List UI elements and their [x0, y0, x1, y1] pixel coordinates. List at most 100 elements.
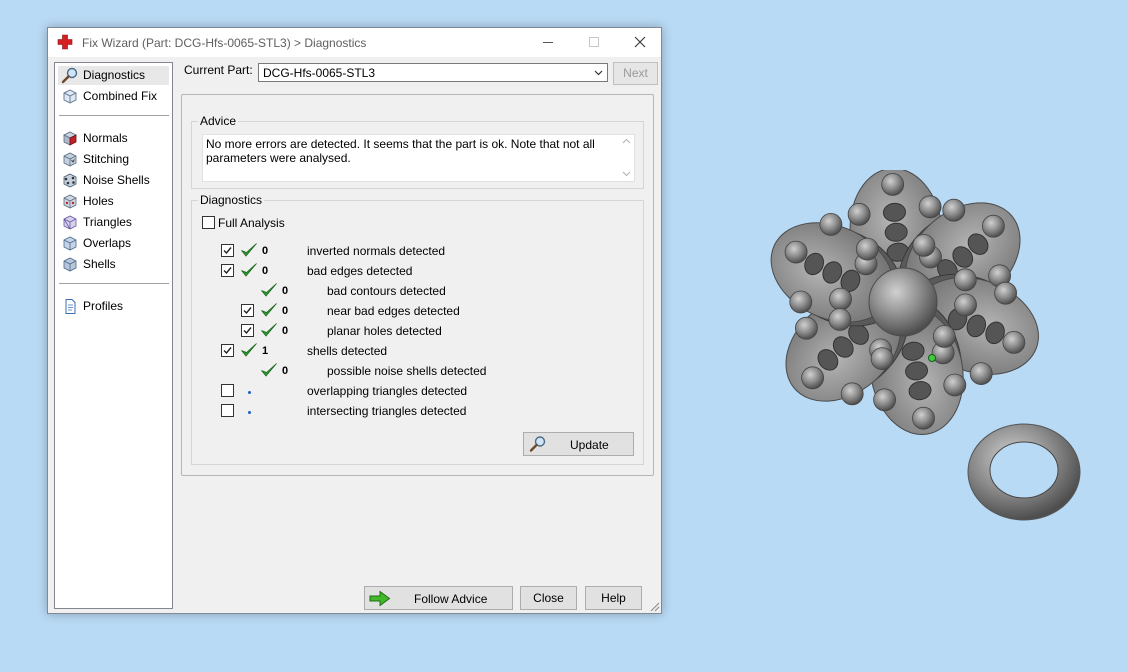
green-check-icon [241, 243, 257, 257]
minimize-button[interactable] [525, 28, 571, 57]
diagnostic-checkbox[interactable] [221, 244, 234, 257]
nav-item-shells[interactable]: Shells [58, 255, 169, 274]
checkmark-icon [223, 347, 232, 355]
diagnostic-checkbox[interactable] [221, 404, 234, 417]
diagnostic-checkbox[interactable] [221, 264, 234, 277]
stud [795, 316, 818, 340]
pending-status-icon [248, 391, 251, 394]
close-button[interactable]: Close [520, 586, 577, 610]
resize-grip-icon[interactable] [648, 600, 660, 612]
diagnostic-label: bad contours detected [327, 284, 446, 298]
current-part-value: DCG-Hfs-0065-STL3 [263, 66, 376, 80]
diagnostic-count: 0 [282, 365, 289, 377]
title-bar[interactable]: Fix Wizard (Part: DCG-Hfs-0065-STL3) > D… [48, 28, 661, 57]
stud [994, 281, 1018, 305]
diagnostic-count: 0 [282, 305, 289, 317]
stud [1002, 330, 1026, 354]
diagnostic-checkbox[interactable] [221, 344, 234, 357]
stud [819, 213, 843, 236]
nav-item-holes[interactable]: Holes [58, 192, 169, 211]
current-part-dropdown[interactable]: DCG-Hfs-0065-STL3 [258, 63, 608, 82]
stud [942, 198, 966, 222]
checkmark-icon [243, 307, 252, 315]
stud [840, 382, 864, 406]
advice-text: No more errors are detected. It seems th… [206, 137, 595, 165]
nav-label: Stitching [83, 152, 130, 166]
full-analysis-checkbox[interactable] [202, 216, 215, 229]
red-cross-icon [57, 34, 73, 50]
nav-item-triangles[interactable]: Triangles [58, 213, 169, 232]
content-panel: Advice No more errors are detected. It s… [181, 94, 654, 476]
nav-item-overlaps[interactable]: Overlaps [58, 234, 169, 253]
noise-shells-icon [63, 173, 77, 188]
pending-status-icon [248, 411, 251, 414]
nav-label: Shells [83, 257, 116, 271]
cube-red-face-icon [63, 131, 77, 146]
stitching-cube-icon [63, 152, 77, 167]
minimize-icon [543, 42, 553, 43]
nav-item-profiles[interactable]: Profiles [58, 297, 169, 316]
3d-model-viewport[interactable] [740, 170, 1090, 530]
nav-separator [59, 283, 169, 284]
follow-advice-button[interactable]: Follow Advice [364, 586, 513, 610]
help-button[interactable]: Help [585, 586, 642, 610]
diagnostic-label: possible noise shells detected [327, 364, 487, 378]
green-check-icon [261, 323, 277, 337]
update-label: Update [570, 438, 609, 452]
nav-item-stitching[interactable]: Stitching [58, 150, 169, 169]
checkmark-icon [223, 247, 232, 255]
nav-label: Overlaps [83, 236, 132, 250]
stud [855, 237, 879, 261]
selection-point[interactable] [928, 354, 936, 362]
document-icon [65, 299, 76, 314]
diagnostics-group: Diagnostics Full Analysis 0 inverted norm… [191, 193, 644, 465]
diagnostic-checkbox[interactable] [221, 384, 234, 397]
green-check-icon [261, 363, 277, 377]
diagnostics-title: Diagnostics [198, 193, 265, 207]
fix-wizard-window: Fix Wizard (Part: DCG-Hfs-0065-STL3) > D… [47, 27, 662, 614]
checkmark-icon [223, 267, 232, 275]
stud [954, 293, 977, 317]
cube-holes-icon [63, 194, 77, 209]
magnifier-icon [529, 436, 546, 452]
navigation-panel: Diagnostics Combined Fix Normals Stitchi… [54, 62, 173, 609]
diagnostic-count: 1 [262, 345, 269, 357]
checkmark-icon [243, 327, 252, 335]
nav-item-combined-fix[interactable]: Combined Fix [58, 87, 169, 106]
nav-label: Normals [83, 131, 128, 145]
stud [918, 195, 942, 219]
green-check-icon [261, 303, 277, 317]
advice-title: Advice [198, 114, 239, 128]
diagnostic-label: shells detected [307, 344, 388, 358]
center-sphere [868, 267, 938, 337]
stud [870, 347, 894, 371]
diagnostic-label: bad edges detected [307, 264, 413, 278]
maximize-button[interactable] [571, 28, 617, 57]
nav-item-noise-shells[interactable]: Noise Shells [58, 171, 169, 190]
diagnostic-count: 0 [282, 325, 289, 337]
scroll-down-icon[interactable] [622, 171, 631, 177]
stud [912, 406, 935, 430]
update-button[interactable]: Update [523, 432, 634, 456]
scroll-up-icon[interactable] [622, 138, 631, 144]
close-window-button[interactable] [617, 28, 663, 57]
nav-item-diagnostics[interactable]: Diagnostics [58, 66, 169, 85]
current-part-label: Current Part: [184, 63, 253, 77]
overlap-cube-icon [63, 236, 77, 251]
follow-advice-label: Follow Advice [414, 592, 488, 606]
green-check-icon [241, 263, 257, 277]
diagnostic-checkbox[interactable] [241, 304, 254, 317]
cube-icon [63, 89, 77, 104]
nav-item-normals[interactable]: Normals [58, 129, 169, 148]
diagnostic-checkbox[interactable] [241, 324, 254, 337]
stud [847, 202, 871, 226]
diagnostic-count: 0 [282, 285, 289, 297]
stud [912, 234, 936, 257]
stud [873, 388, 897, 412]
stud [969, 362, 993, 386]
full-analysis-label: Full Analysis [218, 216, 285, 230]
next-button[interactable]: Next [613, 62, 658, 85]
diagnostic-label: intersecting triangles detected [307, 404, 467, 418]
stud [953, 268, 977, 292]
advice-textbox[interactable]: No more errors are detected. It seems th… [202, 134, 635, 182]
